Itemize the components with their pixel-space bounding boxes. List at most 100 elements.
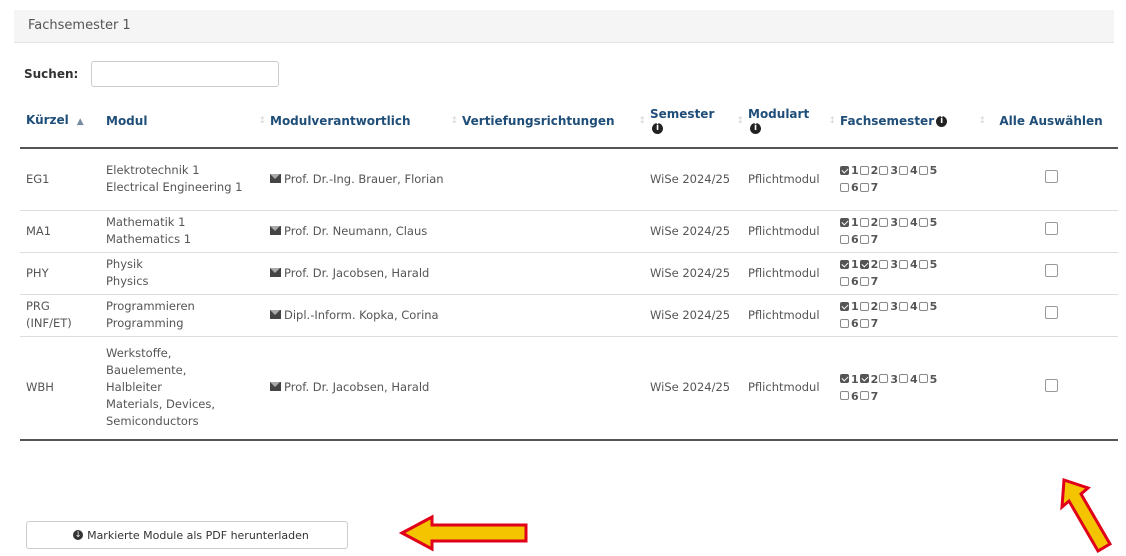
responsible-person-link[interactable]: Dipl.-Inform. Kopka, Corina — [284, 308, 439, 322]
cell-modul: Werkstoffe, Bauelemente, Halbleiter Mater… — [100, 336, 264, 441]
cell-fachsemester: 12345 67 — [834, 252, 984, 295]
column-header-modulart[interactable]: Modulart i ↕ — [742, 95, 836, 149]
fachsemester-checkbox-4: 4 — [898, 162, 918, 179]
fachsemester-number: 5 — [929, 216, 938, 229]
table-body: EG1 Elektrotechnik 1 Electrical Engineerin… — [20, 148, 1118, 441]
fachsemester-checkbox-1: 1 — [840, 214, 859, 231]
fachsemester-checkbox-6: 6 — [840, 179, 859, 196]
fachsemester-number: 6 — [851, 181, 859, 195]
checkbox-icon — [918, 301, 928, 311]
cell-modulart: Pflichtmodul — [742, 336, 834, 441]
fachsemester-checkbox-5: 5 — [918, 214, 938, 231]
fachsemester-checkbox-5: 5 — [918, 256, 937, 273]
cell-vertiefungsrichtungen — [456, 148, 644, 211]
checkbox-icon — [898, 301, 908, 311]
annotation-arrow-left — [398, 514, 528, 552]
checkbox-icon — [879, 165, 889, 175]
download-pdf-button[interactable]: ↓ Markierte Module als PDF herunterladen — [26, 521, 348, 549]
fachsemester-number: 3 — [890, 216, 898, 229]
fachsemester-checkbox-5: 5 — [918, 162, 938, 179]
cell-kurzel: PHY — [20, 252, 100, 295]
select-row-checkbox[interactable] — [1044, 170, 1058, 184]
fachsemester-checkbox-4: 4 — [898, 214, 918, 231]
responsible-person-link[interactable]: Prof. Dr. Jacobsen, Harald — [284, 380, 429, 394]
envelope-icon[interactable] — [270, 225, 281, 235]
fachsemester-checkbox-2: 2 — [859, 256, 879, 273]
fachsemester-checkbox-6: 6 — [840, 231, 859, 248]
fachsemester-number: 6 — [851, 275, 859, 288]
fachsemester-number: 3 — [890, 372, 898, 386]
fachsemester-number: 2 — [870, 300, 879, 313]
module-name-de: Mathematik 1 — [106, 215, 186, 229]
cell-modul: Programmieren Programming — [100, 294, 264, 337]
column-header-fachsemester[interactable]: Fachsemester i ↕ — [834, 95, 986, 149]
checkbox-icon — [918, 165, 928, 175]
envelope-icon[interactable] — [270, 309, 281, 319]
checkbox-icon — [840, 259, 849, 269]
fachsemester-checkbox-5: 5 — [918, 371, 938, 388]
fachsemester-number: 7 — [870, 233, 879, 246]
fachsemester-number: 2 — [870, 258, 879, 271]
panel-title: Fachsemester 1 — [28, 18, 131, 33]
table-row: PRG (INF/ET) Programmieren Programming Dipl… — [20, 294, 1118, 337]
responsible-person-link[interactable]: Prof. Dr. Neumann, Claus — [284, 224, 427, 238]
fachsemester-number: 5 — [929, 372, 938, 386]
fachsemester-checkbox-7: 7 — [859, 179, 878, 196]
cell-fachsemester: 12345 67 — [834, 148, 984, 211]
checkbox-icon — [859, 259, 869, 269]
column-header-vertiefungsrichtungen[interactable]: Vertiefungsrichtungen ↕ — [456, 95, 646, 149]
fachsemester-number: 3 — [890, 258, 898, 271]
fachsemester-checkbox-7: 7 — [859, 388, 878, 405]
select-row-checkbox[interactable] — [1044, 306, 1058, 319]
checkbox-icon — [879, 301, 889, 311]
search-input[interactable] — [91, 61, 279, 87]
cell-modulverantwortlich: Prof. Dr.-Ing. Brauer, Florian — [264, 148, 456, 211]
checkbox-icon — [859, 217, 869, 227]
fachsemester-checkbox-4: 4 — [898, 256, 918, 273]
cell-semester: WiSe 2024/25 — [644, 252, 742, 295]
column-header-kurzel[interactable]: Kürzel ▲ — [20, 95, 100, 149]
checkbox-icon — [918, 374, 928, 384]
cell-vertiefungsrichtungen — [456, 336, 644, 441]
fachsemester-number: 5 — [929, 164, 938, 178]
cell-modulart: Pflichtmodul — [742, 294, 834, 337]
checkbox-icon — [840, 374, 849, 384]
cell-fachsemester: 12345 67 — [834, 336, 984, 441]
select-row-checkbox[interactable] — [1044, 378, 1058, 392]
cell-modulverantwortlich: Prof. Dr. Jacobsen, Harald — [264, 336, 456, 441]
fachsemester-number: 6 — [851, 233, 859, 246]
fachsemester-number: 6 — [851, 317, 859, 330]
responsible-person-link[interactable]: Prof. Dr.-Ing. Brauer, Florian — [284, 172, 444, 186]
column-header-modulverantwortlich[interactable]: Modulverantwortlich ↕ — [264, 95, 458, 149]
cell-select — [984, 336, 1118, 441]
checkbox-icon — [840, 276, 849, 286]
envelope-icon[interactable] — [270, 267, 281, 277]
select-row-checkbox[interactable] — [1044, 264, 1058, 277]
select-row-checkbox[interactable] — [1044, 222, 1058, 235]
checkbox-icon — [898, 217, 908, 227]
responsible-person-link[interactable]: Prof. Dr. Jacobsen, Harald — [284, 266, 429, 280]
fachsemester-number: 2 — [870, 372, 879, 386]
column-header-label: Modulverantwortlich — [270, 114, 411, 128]
table-header-row: Kürzel ▲ Modul ↕ Modulverantwortlich ↕ Vertief… — [20, 95, 1118, 149]
column-header-label: Modulart — [748, 107, 810, 121]
checkbox-icon — [879, 217, 889, 227]
envelope-icon[interactable] — [270, 382, 281, 392]
column-header-label: Alle Auswählen — [999, 114, 1103, 128]
fachsemester-checkbox-4: 4 — [898, 371, 918, 388]
checkbox-icon — [879, 374, 889, 384]
info-icon: i — [652, 123, 663, 134]
column-header-semester[interactable]: Semester i ↕ — [644, 95, 744, 149]
column-header-label: Modul — [106, 114, 148, 128]
fachsemester-number: 4 — [909, 372, 918, 386]
checkbox-icon — [840, 391, 849, 401]
fachsemester-checkbox-2: 2 — [859, 371, 879, 388]
info-icon: i — [936, 116, 948, 127]
envelope-icon[interactable] — [270, 173, 281, 183]
checkbox-icon — [918, 259, 928, 269]
column-header-modul[interactable]: Modul ↕ — [100, 95, 266, 149]
fachsemester-checkbox-3: 3 — [879, 256, 898, 273]
column-header-alle-auswaehlen[interactable]: Alle Auswählen — [984, 95, 1118, 149]
checkbox-icon — [859, 301, 869, 311]
cell-modulart: Pflichtmodul — [742, 148, 834, 211]
